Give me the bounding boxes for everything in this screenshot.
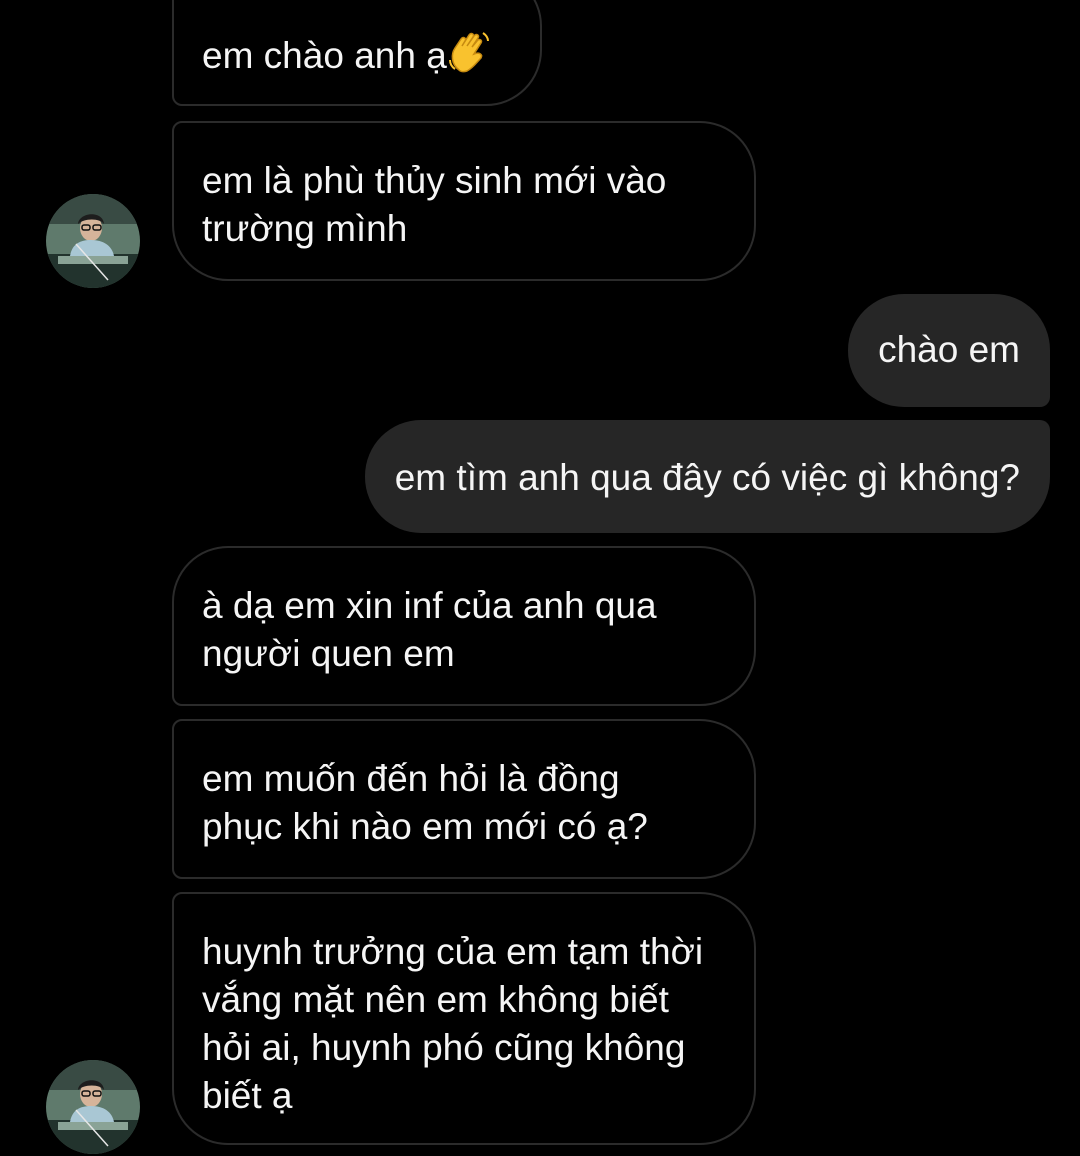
incoming-message-bubble[interactable]: huynh trưởng của em tạm thời vắng mặt nê… xyxy=(172,892,756,1145)
message-text: em là phù thủy sinh mới vào trường mình xyxy=(202,160,667,249)
profile-photo-icon xyxy=(46,194,140,288)
contact-avatar[interactable] xyxy=(46,194,140,288)
outgoing-message-bubble[interactable]: chào em xyxy=(848,294,1050,407)
message-text: chào em xyxy=(878,329,1020,370)
message-text: à dạ em xin inf của anh qua người quen e… xyxy=(202,585,657,674)
incoming-message-bubble[interactable]: à dạ em xin inf của anh qua người quen e… xyxy=(172,546,756,706)
incoming-message-bubble[interactable]: em là phù thủy sinh mới vào trường mình xyxy=(172,121,756,281)
contact-avatar[interactable] xyxy=(46,1060,140,1154)
message-text: em chào anh ạ xyxy=(202,35,447,76)
waving-hand-icon xyxy=(447,30,491,86)
incoming-message-bubble[interactable]: em muốn đến hỏi là đồng phục khi nào em … xyxy=(172,719,756,879)
message-text: em muốn đến hỏi là đồng phục khi nào em … xyxy=(202,758,648,847)
message-text: em tìm anh qua đây có việc gì không? xyxy=(394,457,1020,498)
incoming-message-bubble[interactable]: em chào anh ạ xyxy=(172,0,542,106)
outgoing-message-bubble[interactable]: em tìm anh qua đây có việc gì không? xyxy=(364,420,1050,533)
message-text: huynh trưởng của em tạm thời vắng mặt nê… xyxy=(202,931,704,1116)
profile-photo-icon xyxy=(46,1060,140,1154)
